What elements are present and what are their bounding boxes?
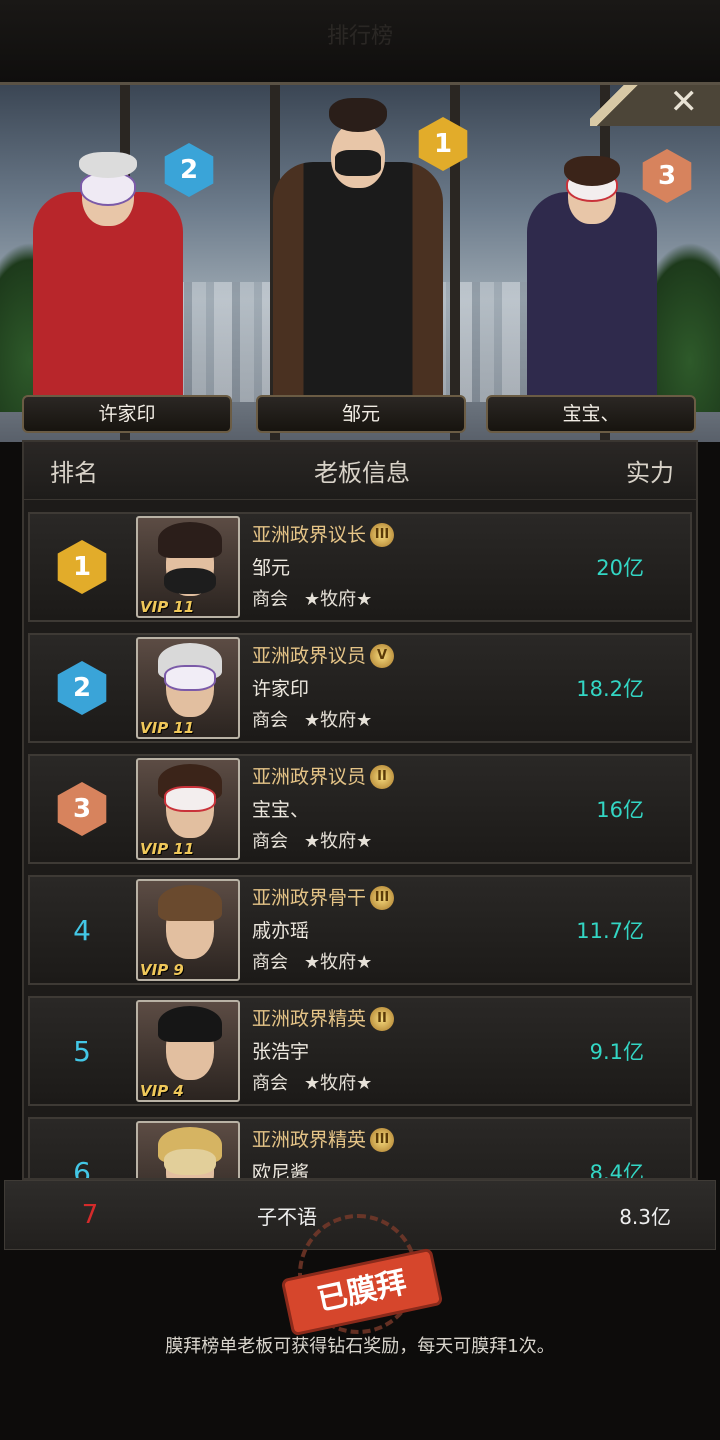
vip-badge: VIP 9	[140, 961, 184, 979]
power-value: 16亿	[596, 798, 644, 822]
player-name: 许家印	[252, 678, 310, 700]
ranking-list[interactable]: 1 VIP 11 亚洲政界议长 III 邹元 商会 ★牧府★ 20亿 2 VIP…	[28, 512, 692, 1178]
avatar[interactable]: VIP 11	[136, 758, 240, 860]
vip-badge: VIP 11	[140, 840, 195, 858]
ranking-table: 排名 老板信息 实力 1 VIP 11 亚洲政界议长 III 邹元 商会 ★牧府…	[22, 440, 698, 1180]
rank-2-badge-icon: 2	[55, 661, 109, 715]
guild-label: 商会	[252, 1073, 288, 1094]
table-row[interactable]: 6 亚洲政界精英 III 欧尼酱 8.4亿	[28, 1117, 692, 1178]
power-value: 8.4亿	[589, 1161, 644, 1178]
close-icon: ✕	[669, 82, 699, 122]
player-name: 宝宝、	[252, 799, 310, 821]
fox-mask-icon	[164, 665, 216, 691]
avatar[interactable]: VIP 11	[136, 637, 240, 739]
vip-badge: VIP 11	[140, 598, 195, 616]
leaderboard-panel: 2 1 3 许家印 邹元 宝宝、 ✕ 排名 老板信息 实力 1 VIP 11 亚…	[0, 82, 720, 1252]
guild-name: ★牧府★	[304, 1073, 373, 1094]
rank-2-badge-icon: 2	[162, 143, 216, 197]
guild-name: ★牧府★	[304, 831, 373, 852]
podium-scene: 2 1 3 许家印 邹元 宝宝、 ✕	[0, 82, 720, 442]
table-row[interactable]: 3 VIP 11 亚洲政界议员 II 宝宝、 商会 ★牧府★ 16亿	[28, 754, 692, 864]
header-info: 老板信息	[314, 459, 410, 487]
avatar[interactable]: VIP 9	[136, 879, 240, 981]
player-name: 张浩宇	[252, 1041, 310, 1063]
vip-badge: VIP 11	[140, 719, 195, 737]
podium-name-2[interactable]: 许家印	[22, 395, 232, 433]
header-power: 实力	[626, 459, 674, 487]
title-label: 亚洲政界议员	[252, 645, 367, 667]
power-value: 20亿	[596, 556, 644, 580]
table-row[interactable]: 4 VIP 9 亚洲政界骨干 III 戚亦瑶 商会 ★牧府★ 11.7亿	[28, 875, 692, 985]
close-button[interactable]: ✕	[590, 82, 720, 126]
avatar[interactable]	[136, 1121, 240, 1178]
table-row[interactable]: 1 VIP 11 亚洲政界议长 III 邹元 商会 ★牧府★ 20亿	[28, 512, 692, 622]
podium-name-3[interactable]: 宝宝、	[486, 395, 696, 433]
fox-mask-icon	[164, 786, 216, 812]
face-mask-icon	[164, 568, 216, 594]
power-value: 18.2亿	[576, 677, 644, 701]
face-mask-icon	[335, 150, 381, 176]
tier-medal-icon: V	[370, 644, 395, 668]
tier-medal-icon: II	[370, 765, 395, 789]
tier-medal-icon: III	[370, 886, 395, 910]
masquerade-mask-icon	[164, 1149, 216, 1175]
tier-medal-icon: III	[370, 1128, 395, 1152]
guild-name: ★牧府★	[304, 589, 373, 610]
title-label: 亚洲政界议长	[252, 524, 367, 546]
rank-1-badge-icon: 1	[55, 540, 109, 594]
player-name: 邹元	[252, 557, 291, 579]
guild-label: 商会	[252, 589, 288, 610]
rank-number: 5	[73, 1034, 91, 1068]
worship-area: 已膜拜 膜拜榜单老板可获得钻石奖励，每天可膜拜1次。	[0, 1214, 720, 1440]
guild-name: ★牧府★	[304, 952, 373, 973]
my-rank: 7	[81, 1200, 99, 1230]
my-power: 8.3亿	[619, 1204, 671, 1229]
tier-medal-icon: II	[370, 1007, 395, 1031]
guild-label: 商会	[252, 831, 288, 852]
podium-name-1[interactable]: 邹元	[256, 395, 466, 433]
tier-medal-icon: III	[370, 523, 395, 547]
avatar[interactable]: VIP 11	[136, 516, 240, 618]
rank-3-badge-icon: 3	[640, 149, 694, 203]
table-row[interactable]: 5 VIP 4 亚洲政界精英 II 张浩宇 商会 ★牧府★ 9.1亿	[28, 996, 692, 1106]
ghost-title: 排行榜	[326, 24, 393, 49]
player-name: 欧尼酱	[252, 1162, 310, 1178]
rank-number: 4	[73, 913, 91, 947]
table-header: 排名 老板信息 实力	[24, 442, 696, 500]
player-name: 戚亦瑶	[252, 920, 310, 942]
power-value: 9.1亿	[589, 1040, 644, 1064]
power-value: 11.7亿	[576, 919, 644, 943]
vip-badge: VIP 4	[140, 1082, 184, 1100]
title-label: 亚洲政界议员	[252, 766, 367, 788]
title-label: 亚洲政界精英	[252, 1129, 367, 1151]
rank-3-badge-icon: 3	[55, 782, 109, 836]
avatar[interactable]: VIP 4	[136, 1000, 240, 1102]
title-label: 亚洲政界精英	[252, 1008, 367, 1030]
rank-number: 6	[73, 1155, 91, 1179]
rank-1-badge-icon: 1	[416, 117, 470, 171]
worship-notice: 膜拜榜单老板可获得钻石奖励，每天可膜拜1次。	[165, 1336, 555, 1357]
title-label: 亚洲政界骨干	[252, 887, 367, 909]
header-rank: 排名	[50, 459, 98, 487]
guild-label: 商会	[252, 952, 288, 973]
top-bar: 排行榜	[0, 0, 720, 82]
guild-label: 商会	[252, 710, 288, 731]
table-row[interactable]: 2 VIP 11 亚洲政界议员 V 许家印 商会 ★牧府★ 18.2亿	[28, 633, 692, 743]
guild-name: ★牧府★	[304, 710, 373, 731]
